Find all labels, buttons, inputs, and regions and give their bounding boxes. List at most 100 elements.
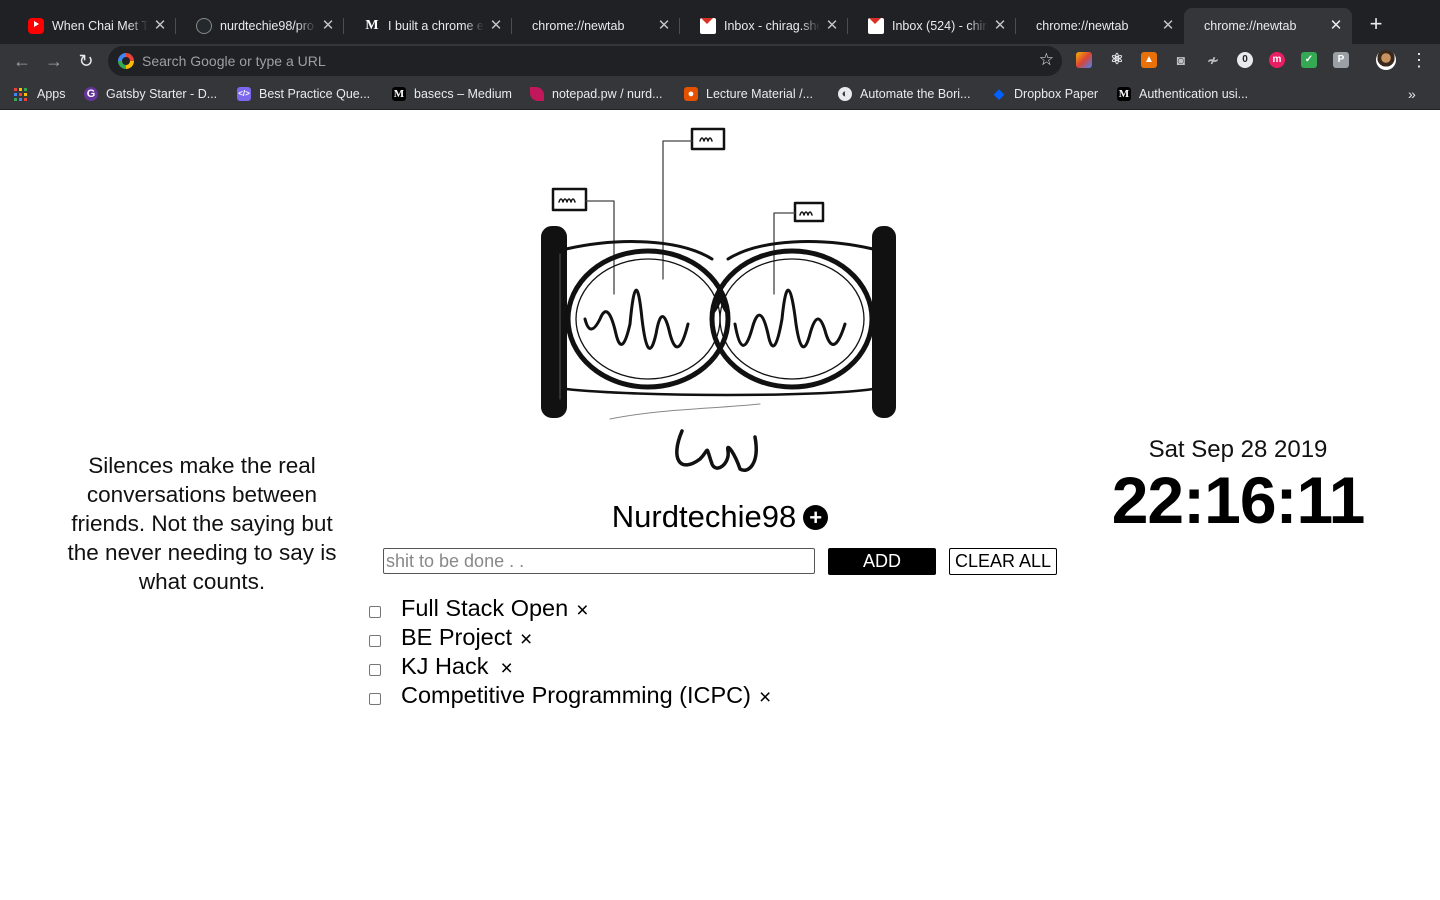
bookmark-basecs[interactable]: M basecs – Medium <box>392 84 512 104</box>
todo-text: Competitive Programming (ICPC) <box>401 682 751 708</box>
bookmark-authentication[interactable]: M Authentication usi... <box>1117 84 1248 104</box>
tab-title: Inbox (524) - chira <box>892 19 988 33</box>
clear-all-button[interactable]: CLEAR ALL <box>949 548 1057 575</box>
bookmarks-bar: Apps G Gatsby Starter - D... </> Best Pr… <box>0 78 1440 110</box>
apps-grid-icon <box>14 87 27 101</box>
tab-medium[interactable]: M I built a chrome ext ✕ <box>344 8 512 44</box>
tab-gmail[interactable]: Inbox - chirag.shet ✕ <box>680 8 848 44</box>
tab-gmail[interactable]: Inbox (524) - chira ✕ <box>848 8 1016 44</box>
gmail-icon <box>700 18 716 34</box>
todo-item: KJ Hack × <box>369 652 969 681</box>
todo-checkbox[interactable] <box>369 605 381 618</box>
quote-text: Silences make the real conversations bet… <box>67 453 337 594</box>
todo-list: Full Stack Open × BE Project × KJ Hack ×… <box>369 594 969 710</box>
nerd-glasses-illustration <box>541 127 896 472</box>
tab-newtab[interactable]: chrome://newtab ✕ <box>1016 8 1184 44</box>
todo-item: BE Project × <box>369 623 969 652</box>
bookmark-apps[interactable]: Apps <box>14 84 66 104</box>
date-text: Sat Sep 28 2019 <box>1148 436 1328 463</box>
lecture-icon: ● <box>684 87 698 101</box>
bookmark-best-practice[interactable]: </> Best Practice Que... <box>237 84 370 104</box>
bookmark-dropbox[interactable]: ◆ Dropbox Paper <box>992 84 1098 104</box>
camera-icon[interactable]: ◙ <box>1173 52 1189 68</box>
tab-title: When Chai Met Toast <box>52 19 148 33</box>
clock-text: 22:16:11 <box>1111 463 1366 537</box>
bookmark-label: Apps <box>37 87 66 101</box>
profile-avatar[interactable] <box>1376 50 1396 70</box>
extension-m-icon[interactable]: m <box>1269 52 1285 68</box>
bookmark-lecture[interactable]: ● Lecture Material /... <box>684 84 813 104</box>
omnibox[interactable]: Search Google or type a URL ☆ <box>108 46 1062 76</box>
remove-icon[interactable]: × <box>759 687 771 708</box>
chevron-double-right-icon[interactable]: » <box>1408 86 1416 102</box>
close-icon[interactable]: ✕ <box>152 18 168 34</box>
tab-github[interactable]: nurdtechie98/pro- ✕ <box>176 8 344 44</box>
tab-title: Inbox - chirag.shet <box>724 19 820 33</box>
notepad-icon <box>530 87 544 101</box>
browser-toolbar: ← → ↻ Search Google or type a URL ☆ ⚛ ▲ … <box>0 44 1440 78</box>
bookmark-star-icon[interactable]: ☆ <box>1039 50 1054 70</box>
bookmark-automate[interactable]: ◐ Automate the Bori... <box>838 84 970 104</box>
todo-checkbox[interactable] <box>369 634 381 647</box>
gmail-icon <box>868 18 884 34</box>
close-icon[interactable]: ✕ <box>824 18 840 34</box>
google-icon <box>118 53 134 69</box>
extension-fox-icon[interactable]: ▲ <box>1141 52 1157 68</box>
todo-checkbox[interactable] <box>369 663 381 676</box>
tab-newtab-active[interactable]: chrome://newtab ✕ <box>1184 8 1352 44</box>
back-icon[interactable]: ← <box>10 49 34 73</box>
bookmark-notepad[interactable]: notepad.pw / nurd... <box>530 84 663 104</box>
close-icon[interactable]: ✕ <box>656 18 672 34</box>
todo-text: Full Stack Open <box>401 595 569 621</box>
close-icon[interactable]: ✕ <box>488 18 504 34</box>
bookmark-label: Lecture Material /... <box>706 87 813 101</box>
extension-p-icon[interactable]: P <box>1333 52 1349 68</box>
close-icon[interactable]: ✕ <box>1160 18 1176 34</box>
code-icon: </> <box>237 87 251 101</box>
extension-mail-check-icon[interactable]: ✓ <box>1301 52 1317 68</box>
bookmark-label: basecs – Medium <box>414 87 512 101</box>
reload-icon[interactable]: ↻ <box>74 49 98 73</box>
bookmark-label: Gatsby Starter - D... <box>106 87 218 101</box>
tab-youtube[interactable]: When Chai Met Toast ✕ <box>8 8 176 44</box>
add-button[interactable]: ADD <box>828 548 936 575</box>
menu-icon[interactable]: ⋮ <box>1410 50 1428 70</box>
github-icon <box>196 18 212 34</box>
extension-circle-icon[interactable]: 0 <box>1237 52 1253 68</box>
remove-icon[interactable]: × <box>576 600 588 621</box>
omnibox-placeholder[interactable]: Search Google or type a URL <box>142 53 326 69</box>
youtube-icon <box>28 18 44 34</box>
new-tab-button[interactable]: + <box>1364 13 1388 37</box>
extension-rainbow-icon[interactable] <box>1076 52 1092 68</box>
tab-title: chrome://newtab <box>1036 19 1129 33</box>
dropbox-icon: ◆ <box>994 86 1004 101</box>
medium-icon: M <box>1117 87 1131 101</box>
username-row: Nurdtechie98 + <box>540 499 900 535</box>
globe-icon: ◐ <box>838 87 852 101</box>
username: Nurdtechie98 <box>611 499 797 534</box>
forward-icon[interactable]: → <box>42 49 66 73</box>
tab-title: nurdtechie98/pro- <box>220 19 316 33</box>
react-devtools-icon[interactable]: ⚛ <box>1109 52 1125 68</box>
add-circle-icon[interactable]: + <box>803 504 829 530</box>
date-time-panel: Sat Sep 28 2019 22:16:11 <box>1108 436 1368 538</box>
gatsby-icon: G <box>84 87 98 101</box>
tab-newtab[interactable]: chrome://newtab ✕ <box>512 8 680 44</box>
todo-checkbox[interactable] <box>369 692 381 705</box>
todo-input[interactable] <box>383 548 815 574</box>
close-icon[interactable]: ✕ <box>1328 18 1344 34</box>
bookmark-gatsby[interactable]: G Gatsby Starter - D... <box>84 84 217 104</box>
close-icon[interactable]: ✕ <box>320 18 336 34</box>
tab-strip: When Chai Met Toast ✕ nurdtechie98/pro- … <box>0 0 1440 44</box>
todo-text: BE Project <box>401 624 513 650</box>
tab-title: chrome://newtab <box>1204 19 1297 33</box>
todo-item: Competitive Programming (ICPC) × <box>369 681 969 710</box>
wave-extension-icon[interactable]: ≁ <box>1205 52 1221 68</box>
remove-icon[interactable]: × <box>520 629 532 650</box>
new-tab-page: Silences make the real conversations bet… <box>0 111 1440 900</box>
bookmark-label: Automate the Bori... <box>860 87 971 101</box>
bookmark-label: Authentication usi... <box>1139 87 1249 101</box>
remove-icon[interactable]: × <box>501 658 513 679</box>
close-icon[interactable]: ✕ <box>992 18 1008 34</box>
medium-icon: M <box>365 18 379 33</box>
